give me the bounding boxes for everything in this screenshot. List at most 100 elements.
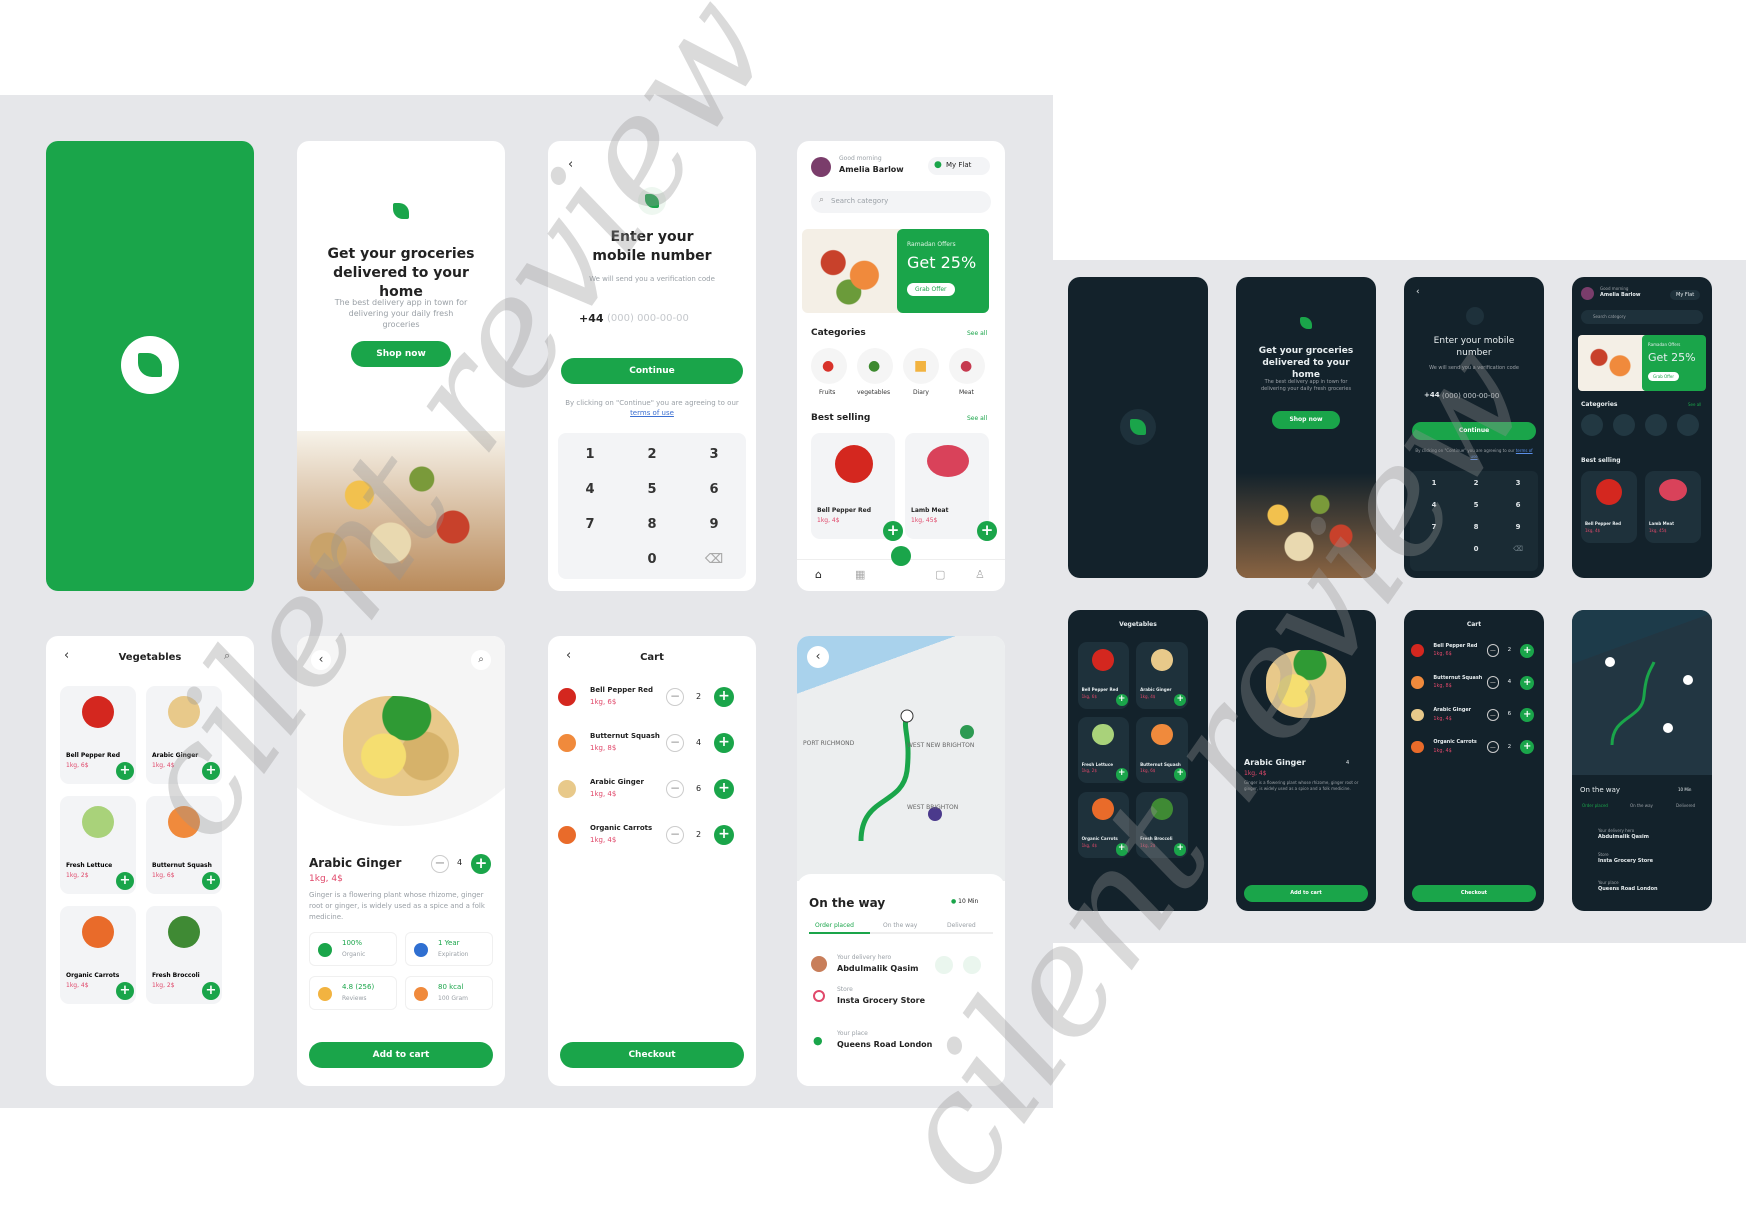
grab-offer-button[interactable]: Grab Offer bbox=[1648, 372, 1680, 381]
categories-see-all[interactable]: See all bbox=[967, 330, 987, 337]
search-icon[interactable]: ⌕ bbox=[471, 650, 491, 670]
categories-see-all[interactable]: See all bbox=[1688, 402, 1701, 407]
chat-icon[interactable] bbox=[935, 956, 953, 974]
decrease-button[interactable]: − bbox=[1486, 676, 1500, 689]
phone-input[interactable]: (000) 000-00-00 bbox=[1442, 392, 1499, 400]
key-1[interactable]: 1 bbox=[570, 447, 610, 462]
product-card[interactable]: Bell Pepper Red 1kg, 4$ bbox=[1581, 471, 1637, 543]
product-card[interactable]: Butternut Squash 1kg, 6$ + bbox=[146, 796, 222, 894]
shop-now-button[interactable]: Shop now bbox=[1272, 411, 1340, 429]
key-7[interactable]: 7 bbox=[1414, 523, 1454, 531]
phone-icon[interactable] bbox=[963, 956, 981, 974]
product-card[interactable]: Bell Pepper Red 1kg, 6$ + bbox=[1077, 642, 1130, 709]
promo-banner[interactable]: Ramadan Offers Get 25% Grab Offer bbox=[797, 229, 1005, 313]
back-icon[interactable]: ‹ bbox=[568, 157, 573, 172]
search-input[interactable]: Search category bbox=[1593, 314, 1626, 319]
search-bar[interactable]: ⌕ Search category bbox=[811, 191, 991, 213]
product-card[interactable]: Bell Pepper Red 1kg, 4$ + bbox=[811, 433, 903, 541]
continue-button[interactable]: Continue bbox=[1412, 422, 1536, 440]
shop-now-button[interactable]: Shop now bbox=[351, 341, 451, 367]
key-8[interactable]: 8 bbox=[632, 517, 672, 532]
product-card[interactable]: Lamb Meat 1kg, 45$ + bbox=[905, 433, 997, 541]
key-7[interactable]: 7 bbox=[570, 517, 610, 532]
key-4[interactable]: 4 bbox=[1414, 501, 1454, 509]
add-button[interactable]: + bbox=[1174, 843, 1187, 856]
decrease-button[interactable]: − bbox=[666, 826, 684, 844]
tab-order-placed[interactable]: Order placed bbox=[1582, 803, 1608, 808]
add-button[interactable]: + bbox=[202, 982, 220, 1000]
profile-icon[interactable]: ♙ bbox=[975, 568, 985, 581]
add-button[interactable]: + bbox=[202, 762, 220, 780]
decrease-button[interactable]: − bbox=[666, 688, 684, 706]
search-input[interactable]: Search category bbox=[831, 197, 888, 205]
add-button[interactable]: + bbox=[1115, 843, 1128, 856]
add-button[interactable]: + bbox=[1115, 693, 1128, 706]
avatar[interactable] bbox=[811, 157, 831, 177]
key-9[interactable]: 9 bbox=[1498, 523, 1538, 531]
grid-icon[interactable]: ▦ bbox=[855, 568, 865, 581]
key-2[interactable]: 2 bbox=[1456, 479, 1496, 487]
key-2[interactable]: 2 bbox=[632, 447, 672, 462]
decrease-button[interactable]: − bbox=[666, 780, 684, 798]
key-1[interactable]: 1 bbox=[1414, 479, 1454, 487]
add-button[interactable]: + bbox=[883, 521, 903, 541]
tab-delivered[interactable]: Delivered bbox=[947, 922, 976, 929]
add-to-cart-button[interactable]: Add to cart bbox=[309, 1042, 493, 1068]
key-6[interactable]: 6 bbox=[694, 482, 734, 497]
product-card[interactable]: Lamb Meat 1kg, 45$ bbox=[1645, 471, 1701, 543]
add-button[interactable]: + bbox=[116, 872, 134, 890]
add-button[interactable]: + bbox=[1174, 768, 1187, 781]
decrease-button[interactable]: − bbox=[666, 734, 684, 752]
avatar[interactable] bbox=[1581, 287, 1594, 300]
add-button[interactable]: + bbox=[202, 872, 220, 890]
decrease-button[interactable]: − bbox=[1486, 644, 1500, 657]
increase-button[interactable]: + bbox=[1520, 675, 1535, 690]
category-diary-icon[interactable] bbox=[1645, 414, 1667, 436]
search-bar[interactable]: Search category bbox=[1581, 310, 1703, 324]
category-diary-icon[interactable]: ■ bbox=[903, 348, 939, 384]
search-icon[interactable]: ⌕ bbox=[224, 649, 230, 663]
location-label[interactable]: My Flat bbox=[1670, 290, 1701, 300]
category-vegetables-icon[interactable] bbox=[1613, 414, 1635, 436]
decrease-button[interactable]: − bbox=[1486, 708, 1500, 722]
key-5[interactable]: 5 bbox=[632, 482, 672, 497]
key-5[interactable]: 5 bbox=[1456, 501, 1496, 509]
increase-button[interactable]: + bbox=[714, 733, 734, 753]
add-to-cart-button[interactable]: Add to cart bbox=[1244, 885, 1368, 902]
product-card[interactable]: Organic Carrots 1kg, 4$ + bbox=[1077, 791, 1130, 859]
add-button[interactable]: + bbox=[116, 982, 134, 1000]
increase-button[interactable]: + bbox=[1520, 643, 1535, 658]
backspace-icon[interactable]: ⌫ bbox=[1498, 545, 1538, 553]
home-icon[interactable]: ⌂ bbox=[815, 568, 822, 581]
key-3[interactable]: 3 bbox=[1498, 479, 1538, 487]
continue-button[interactable]: Continue bbox=[561, 358, 743, 384]
country-code[interactable]: +44 bbox=[1424, 391, 1440, 399]
product-card[interactable]: Arabic Ginger 1kg, 4$ + bbox=[1136, 642, 1188, 709]
key-6[interactable]: 6 bbox=[1498, 501, 1538, 509]
product-card[interactable]: Fresh Broccoli 1kg, 2$ + bbox=[146, 906, 222, 1004]
checkout-button[interactable]: Checkout bbox=[1412, 885, 1536, 902]
phone-input[interactable]: (000) 000-00-00 bbox=[607, 313, 689, 324]
increase-button[interactable]: + bbox=[1520, 707, 1535, 722]
grab-offer-button[interactable]: Grab Offer bbox=[907, 283, 955, 296]
product-card[interactable]: Arabic Ginger 1kg, 4$ + bbox=[146, 686, 222, 784]
key-3[interactable]: 3 bbox=[694, 447, 734, 462]
back-icon[interactable]: ‹ bbox=[1416, 287, 1420, 297]
category-meat-icon[interactable] bbox=[1677, 414, 1699, 436]
add-button[interactable]: + bbox=[1115, 768, 1128, 781]
category-meat-icon[interactable]: ● bbox=[949, 348, 985, 384]
tab-on-the-way[interactable]: On the way bbox=[883, 922, 917, 929]
tab-delivered[interactable]: Delivered bbox=[1676, 803, 1695, 808]
back-icon[interactable]: ‹ bbox=[807, 646, 829, 668]
increase-button[interactable]: + bbox=[714, 825, 734, 845]
increase-button[interactable]: + bbox=[714, 687, 734, 707]
key-4[interactable]: 4 bbox=[570, 482, 610, 497]
decrease-button[interactable]: − bbox=[431, 855, 449, 873]
back-icon[interactable]: ‹ bbox=[311, 650, 331, 670]
cart-fab-icon[interactable] bbox=[891, 546, 911, 566]
increase-button[interactable]: + bbox=[471, 854, 491, 874]
add-button[interactable]: + bbox=[1174, 693, 1187, 706]
tab-on-the-way[interactable]: On the way bbox=[1630, 803, 1653, 808]
terms-link[interactable]: terms of use bbox=[630, 409, 674, 417]
key-9[interactable]: 9 bbox=[694, 517, 734, 532]
